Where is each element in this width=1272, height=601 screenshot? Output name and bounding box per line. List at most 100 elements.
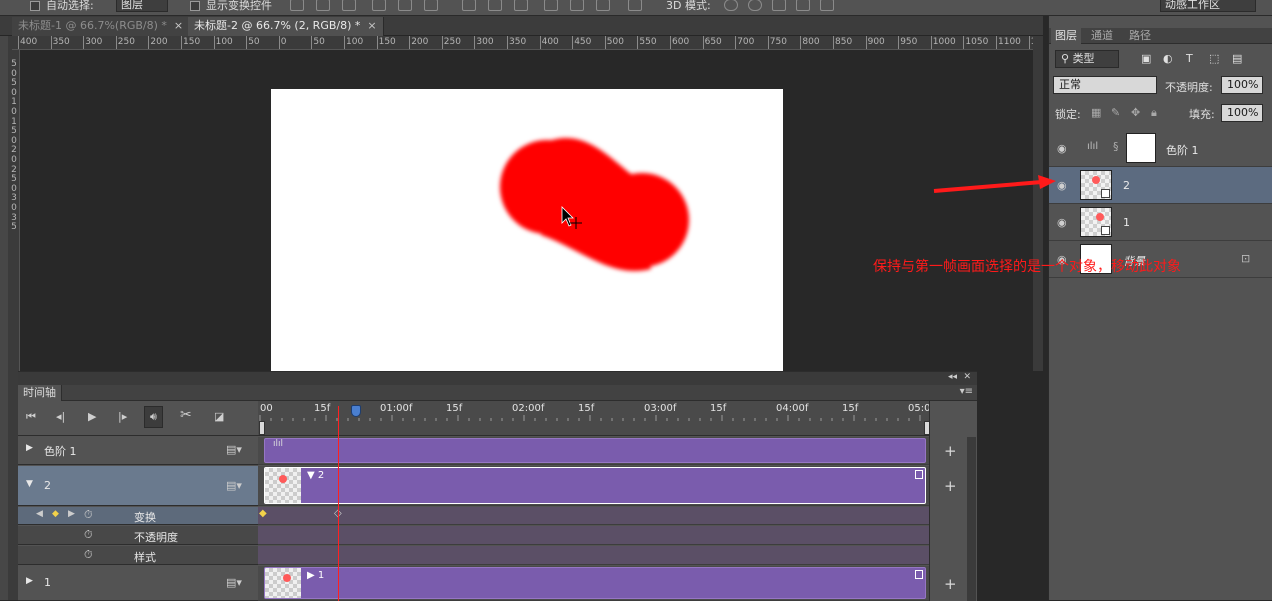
align-bottom-icon[interactable] bbox=[342, 0, 356, 11]
film-strip-icon[interactable]: ▤▾ bbox=[226, 443, 242, 456]
tab-document-2[interactable]: 未标题-2 @ 66.7% (2, RGB/8) * × bbox=[188, 17, 384, 36]
playhead-handle[interactable] bbox=[351, 405, 361, 417]
close-icon[interactable]: ✕ bbox=[963, 372, 971, 382]
film-strip-icon[interactable]: ▤▾ bbox=[226, 576, 242, 589]
distribute-middle-icon[interactable] bbox=[488, 0, 502, 11]
timeline-tab[interactable]: 时间轴 bbox=[18, 385, 62, 401]
property-row-opacity[interactable]: ⏱ 不透明度 bbox=[18, 526, 258, 545]
distribute-left-icon[interactable] bbox=[544, 0, 558, 11]
opacity-input[interactable]: 100% bbox=[1221, 76, 1263, 94]
property-row-transform[interactable]: ◀ ◆ ▶ ⏱ 变换 bbox=[18, 507, 258, 525]
previous-keyframe-icon[interactable]: ◀ bbox=[36, 509, 43, 519]
visibility-eye-icon[interactable]: ◉ bbox=[1057, 142, 1067, 155]
next-frame-icon[interactable]: |▸ bbox=[118, 410, 127, 423]
distribute-right-icon[interactable] bbox=[596, 0, 610, 11]
expand-arrow-icon[interactable]: ▶ bbox=[26, 576, 33, 586]
clip-end-marker-icon[interactable] bbox=[915, 470, 923, 479]
panel-menu-icon[interactable]: ▾≡ bbox=[960, 386, 973, 397]
auto-align-icon[interactable] bbox=[628, 0, 642, 11]
add-media-button[interactable]: + bbox=[944, 575, 957, 593]
canvas-scrollbar[interactable] bbox=[1033, 36, 1043, 371]
auto-select-dropdown[interactable]: 图层 bbox=[116, 0, 168, 12]
clip-levels-1[interactable]: ılıl bbox=[264, 438, 926, 463]
layer-name[interactable]: 色阶 1 bbox=[1166, 142, 1199, 158]
layer-name[interactable]: 1 bbox=[1123, 216, 1130, 229]
stopwatch-icon[interactable]: ⏱ bbox=[84, 548, 93, 562]
align-top-icon[interactable] bbox=[290, 0, 304, 11]
distribute-top-icon[interactable] bbox=[462, 0, 476, 11]
layer-filter-dropdown[interactable]: ⚲ 类型 bbox=[1055, 50, 1119, 68]
auto-select-checkbox[interactable] bbox=[30, 1, 40, 11]
roll-3d-icon[interactable] bbox=[748, 0, 762, 11]
clip-end-marker-icon[interactable] bbox=[915, 570, 923, 579]
drag-3d-icon[interactable] bbox=[772, 0, 786, 11]
show-transform-checkbox[interactable] bbox=[190, 1, 200, 11]
stopwatch-icon[interactable]: ⏱ bbox=[84, 508, 93, 522]
tab-layers[interactable]: 图层 bbox=[1051, 28, 1081, 44]
timeline-scrollbar[interactable] bbox=[967, 437, 976, 601]
distribute-center-icon[interactable] bbox=[570, 0, 584, 11]
lock-all-icon[interactable]: 🔒︎ bbox=[1151, 106, 1157, 120]
close-icon[interactable]: × bbox=[367, 19, 376, 32]
split-scissors-icon[interactable]: ✂ bbox=[180, 407, 192, 423]
clip-2[interactable]: ▼ 2 bbox=[264, 467, 926, 504]
play-icon[interactable]: ▶ bbox=[88, 410, 96, 423]
clip-1[interactable]: ▶ 1 bbox=[264, 567, 926, 599]
tab-document-1[interactable]: 未标题-1 @ 66.7%(RGB/8) * × bbox=[12, 17, 191, 36]
layer-levels-1[interactable]: ◉ ılıl § 色阶 1 bbox=[1049, 130, 1272, 167]
fill-input[interactable]: 100% bbox=[1221, 104, 1263, 122]
time-ruler[interactable]: 00 15f 01:00f 15f 02:00f 15f 03:00f 15f 04:00f 15… bbox=[258, 401, 930, 436]
tab-channels[interactable]: 通道 bbox=[1087, 28, 1117, 44]
collapse-arrow-icon[interactable]: ▼ bbox=[26, 479, 33, 489]
transform-keyframe-lane[interactable]: ◆ ◇ bbox=[258, 507, 929, 525]
previous-frame-icon[interactable]: ◂| bbox=[56, 410, 65, 423]
track-row-levels-1[interactable]: ▶ 色阶 1 ▤▾ bbox=[18, 437, 258, 465]
stopwatch-icon[interactable]: ⏱ bbox=[84, 528, 93, 542]
align-right-icon[interactable] bbox=[424, 0, 438, 11]
horizontal-ruler[interactable]: 400 350 300 250 200 150 100 50 0 50 100 150 200 250 30… bbox=[12, 36, 1043, 50]
style-keyframe-lane[interactable] bbox=[258, 546, 929, 565]
document-canvas[interactable] bbox=[271, 89, 783, 371]
track-lane-1[interactable]: ▶ 1 bbox=[258, 566, 929, 601]
lock-position-icon[interactable]: ✥ bbox=[1131, 106, 1140, 119]
adjustment-filter-icon[interactable]: ◐ bbox=[1163, 52, 1173, 65]
slide-3d-icon[interactable] bbox=[796, 0, 810, 11]
blend-mode-dropdown[interactable]: 正常 bbox=[1053, 76, 1157, 94]
rotate-3d-icon[interactable] bbox=[724, 0, 738, 11]
expand-arrow-icon[interactable]: ▶ bbox=[26, 443, 33, 453]
track-row-1[interactable]: ▶ 1 ▤▾ bbox=[18, 566, 258, 601]
layer-1[interactable]: ◉ 1 bbox=[1049, 204, 1272, 241]
scale-3d-icon[interactable] bbox=[820, 0, 834, 11]
audio-icon[interactable]: 🔊︎ bbox=[144, 406, 163, 428]
workspace-dropdown[interactable]: 动感工作区 bbox=[1160, 0, 1256, 12]
layer-name[interactable]: 2 bbox=[1123, 179, 1130, 192]
visibility-eye-icon[interactable]: ◉ bbox=[1057, 216, 1067, 229]
collapse-icon[interactable]: ◂◂ bbox=[948, 372, 957, 382]
track-row-2[interactable]: ▼ 2 ▤▾ bbox=[18, 466, 258, 506]
layer-mask-thumbnail[interactable] bbox=[1126, 133, 1156, 163]
keyframe-diamond-icon[interactable]: ◆ bbox=[52, 509, 59, 519]
type-filter-icon[interactable]: T bbox=[1186, 52, 1193, 65]
close-icon[interactable]: × bbox=[174, 19, 183, 32]
opacity-keyframe-lane[interactable] bbox=[258, 526, 929, 545]
layer-2[interactable]: ◉ 2 bbox=[1049, 167, 1272, 204]
add-media-button[interactable]: + bbox=[944, 442, 957, 460]
transition-icon[interactable]: ◪ bbox=[214, 410, 224, 423]
lock-icon[interactable]: ⊡ bbox=[1241, 252, 1250, 265]
align-middle-icon[interactable] bbox=[316, 0, 330, 11]
distribute-bottom-icon[interactable] bbox=[514, 0, 528, 11]
film-strip-icon[interactable]: ▤▾ bbox=[226, 479, 242, 492]
align-left-icon[interactable] bbox=[372, 0, 386, 11]
lock-pixels-icon[interactable]: ✎ bbox=[1111, 106, 1120, 119]
property-row-style[interactable]: ⏱ 样式 bbox=[18, 546, 258, 565]
chain-link-icon[interactable]: § bbox=[1113, 140, 1119, 153]
keyframe-diamond-icon[interactable]: ◆ bbox=[259, 508, 267, 519]
smart-object-filter-icon[interactable]: ▤ bbox=[1232, 52, 1242, 65]
align-center-icon[interactable] bbox=[398, 0, 412, 11]
first-frame-icon[interactable]: ⏮ bbox=[26, 410, 36, 424]
next-keyframe-icon[interactable]: ▶ bbox=[68, 509, 75, 519]
shape-filter-icon[interactable]: ⬚ bbox=[1209, 52, 1219, 65]
tab-paths[interactable]: 路径 bbox=[1125, 28, 1155, 44]
add-media-button[interactable]: + bbox=[944, 477, 957, 495]
track-lane-levels-1[interactable]: ılıl bbox=[258, 437, 929, 465]
